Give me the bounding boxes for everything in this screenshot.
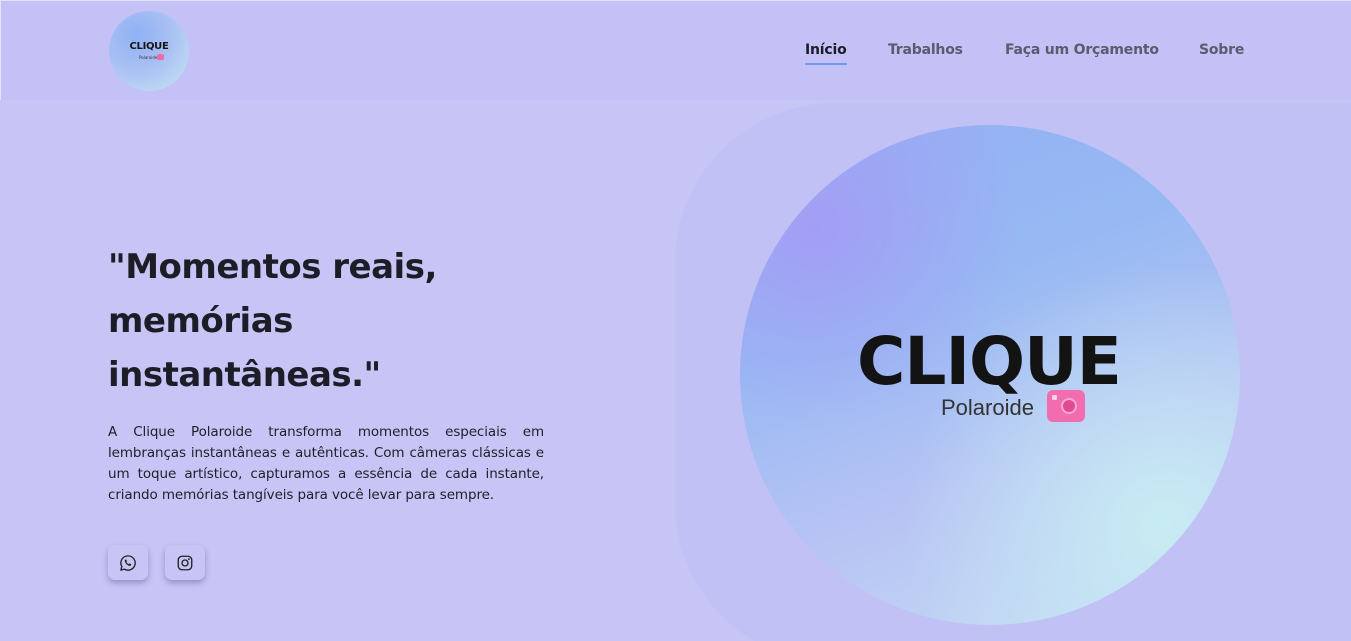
nav-item-label: Faça um Orçamento <box>1005 42 1159 58</box>
whatsapp-icon <box>120 554 136 571</box>
hero-description: A Clique Polaroide transforma momentos e… <box>108 424 544 503</box>
nav-item-orcamento[interactable]: Faça um Orçamento <box>1005 42 1159 58</box>
headline-line: "Momentos reais, <box>108 247 437 287</box>
hero-headline: "Momentos reais, memórias instantâneas." <box>108 240 568 402</box>
instagram-button[interactable] <box>165 545 205 580</box>
active-indicator <box>805 63 847 65</box>
nav-item-label: Início <box>805 42 847 58</box>
instagram-icon <box>177 555 193 570</box>
nav-item-trabalhos[interactable]: Trabalhos <box>888 42 963 58</box>
headline-line: instantâneas." <box>108 355 381 395</box>
site-header: CLIQUE Polaroide Início Trabalhos Faça u… <box>0 0 1351 100</box>
logo-wordmark: CLIQUE <box>129 41 169 52</box>
nav-item-label: Sobre <box>1199 42 1245 58</box>
camera-icon <box>157 54 164 60</box>
nav-item-inicio[interactable]: Início <box>805 42 847 65</box>
site-logo[interactable]: CLIQUE Polaroide <box>109 11 189 91</box>
polaroid-camera-icon <box>1047 390 1085 422</box>
nav-item-label: Trabalhos <box>888 42 963 58</box>
hero-logo-subtitle: Polaroide <box>941 395 1034 420</box>
logo-subtitle: Polaroide <box>139 55 158 60</box>
nav-item-sobre[interactable]: Sobre <box>1199 42 1244 58</box>
headline-line: memórias <box>108 301 293 341</box>
whatsapp-button[interactable] <box>108 545 148 580</box>
